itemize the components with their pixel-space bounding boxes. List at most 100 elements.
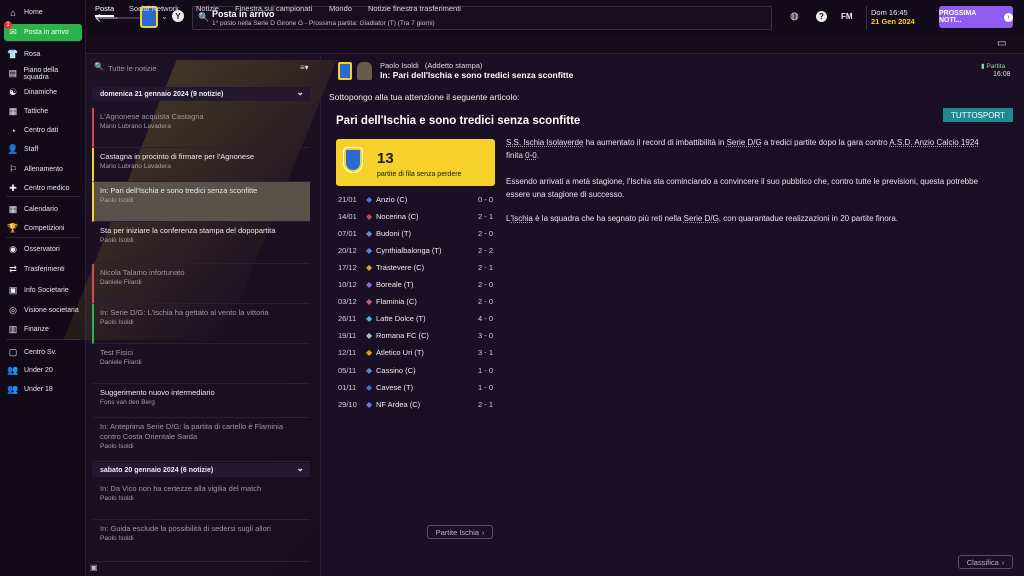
fm-logo-icon[interactable]: FM	[841, 12, 853, 21]
opponent-link[interactable]: A.S.D. Anzio Calcio 1924	[889, 138, 978, 147]
sidebar-item-info-societarie[interactable]: ▣ Info Societarie	[4, 282, 82, 299]
article-paragraph-3: L'Ischia è la squadra che ha segnato più…	[506, 214, 899, 223]
competition-link[interactable]: Serie D/G	[727, 138, 762, 147]
result-score: 1 - 0	[477, 365, 493, 375]
tab-notizie-finestra-trasferimenti[interactable]: Notizie finestra trasferimenti	[368, 4, 461, 13]
next-button-label: PROSSIMA NOTI...	[939, 10, 977, 24]
result-row[interactable]: 12/11 ◆ Atletico Uri (T) 3 - 1	[338, 346, 493, 360]
message-title: In: Da Vico non ha certezze alla vigilia…	[100, 484, 262, 493]
chevron-right-icon: ›	[481, 527, 485, 537]
tab-posta[interactable]: Posta	[95, 4, 115, 17]
sidebar-item-osservatori[interactable]: ◉ Osservatori	[4, 241, 82, 258]
sidebar-item-centro-dati[interactable]: ◔ Centro dati	[4, 122, 82, 139]
result-row[interactable]: 21/01 ◆ Anzio (C) 0 - 0	[338, 192, 493, 206]
date-group-header[interactable]: sabato 20 gennaio 2024 (6 notizie) ⌄	[92, 463, 310, 477]
sidebar-item-tattiche[interactable]: ▦ Tattiche	[4, 103, 82, 120]
sidebar-item-label: Centro medico	[24, 185, 70, 192]
competition-link[interactable]: Serie D/G	[684, 214, 719, 223]
sidebar-item-under-20[interactable]: 👥 Under 20	[4, 362, 82, 379]
message-list-item[interactable]: Sta per iniziare la conferenza stampa de…	[92, 222, 310, 264]
club-matches-button[interactable]: Partite Ischia ›	[427, 525, 493, 539]
divider	[320, 56, 321, 576]
result-team: Trastevere (C)	[376, 262, 425, 272]
message-search[interactable]: 🔍 Tutte le notizie	[90, 58, 290, 78]
message-title: Castagna in procinto di firmare per l'Ag…	[100, 152, 255, 161]
message-list-item[interactable]: Test Fisici Daniele Filardi	[92, 344, 310, 384]
chevron-right-icon: ›	[1004, 12, 1013, 22]
tab-notizie[interactable]: Notizie	[196, 4, 219, 13]
sidebar-item-calendario[interactable]: ▦ Calendario	[4, 201, 82, 218]
sidebar-item-rosa[interactable]: 👕 Rosa	[4, 46, 82, 63]
sidebar-item-label: Trasferimenti	[24, 266, 65, 273]
message-list-item[interactable]: In: Anteprima Serie D/G: la partita di c…	[92, 418, 310, 462]
tab-finestra-sui-campionati[interactable]: Finestra sui campionati	[235, 4, 312, 13]
sidebar-item-visione-societaria[interactable]: ◎ Visione societaria	[4, 302, 82, 319]
clipboard-icon: ▤	[8, 68, 17, 78]
message-list-item[interactable]: L'Agnonese acquista Castagna Mario Lubran…	[92, 108, 310, 148]
result-team: Nocerina (C)	[376, 211, 419, 221]
message-list-item[interactable]: Castagna in procinto di firmare per l'Ag…	[92, 148, 310, 182]
sidebar-item-dinamiche[interactable]: ☯ Dinamiche	[4, 84, 82, 101]
message-title: L'Agnonese acquista Castagna	[100, 112, 204, 121]
sidebar-item-posta-in-arrivo[interactable]: ✉ Posta in arrivo	[4, 24, 82, 41]
sidebar-item-trasferimenti[interactable]: ⇄ Trasferimenti	[4, 261, 82, 278]
help-icon[interactable]: ?	[816, 11, 827, 22]
league-table-button[interactable]: Classifica ›	[958, 555, 1013, 569]
sidebar-item-home[interactable]: ⌂ Home	[4, 4, 82, 21]
calendar-icon: ▦	[8, 204, 18, 214]
result-row[interactable]: 10/12 ◆ Boreale (T) 2 - 0	[338, 278, 493, 292]
tab-mondo[interactable]: Mondo	[329, 4, 352, 13]
team-badge-icon: ◆	[366, 211, 373, 221]
result-row[interactable]: 17/12 ◆ Trastevere (C) 2 - 1	[338, 260, 493, 274]
message-list-item[interactable]: In: Pari dell'Ischia e sono tredici senz…	[92, 182, 310, 222]
sidebar-item-competizioni[interactable]: 🏆 Competizioni	[4, 220, 82, 237]
date-group-header[interactable]: domenica 21 gennaio 2024 (9 notizie) ⌄	[92, 87, 310, 101]
sidebar-item-centro-medico[interactable]: ✚ Centro medico	[4, 180, 82, 197]
result-date: 17/12	[338, 262, 357, 272]
result-row[interactable]: 07/01 ◆ Budoni (T) 2 - 0	[338, 226, 493, 240]
club-link[interactable]: Ischia	[512, 214, 533, 223]
message-list-item[interactable]: In: Serie D/G: L'Ischia ha gettato al ve…	[92, 304, 310, 344]
sidebar-item-allenamento[interactable]: ⚐ Allenamento	[4, 161, 82, 178]
stat-value: 13	[377, 150, 394, 167]
chevron-down-icon[interactable]: ⌄	[161, 12, 168, 21]
sender-line: Paolo Isoldi (Addetto stampa)	[380, 61, 482, 70]
next-button[interactable]: PROSSIMA NOTI... ›	[939, 6, 1013, 28]
sidebar-item-piano-della-squadra[interactable]: ▤ Piano della squadra	[4, 65, 82, 82]
sidebar-item-under-18[interactable]: 👥 Under 18	[4, 381, 82, 398]
result-team: Cynthialbalonga (T)	[376, 245, 442, 255]
tactics-icon: ▦	[8, 106, 18, 116]
message-sender: Paolo Isoldi	[100, 495, 134, 502]
training-icon: ⚐	[8, 164, 18, 174]
result-row[interactable]: 14/01 ◆ Nocerina (C) 2 - 1	[338, 209, 493, 223]
sidebar-item-finanze[interactable]: ▥ Finanze	[4, 321, 82, 338]
message-list-item[interactable]: In: Da Vico non ha certezze alla vigilia…	[92, 480, 310, 520]
message-list-item[interactable]: Suggerimento nuovo intermediario Fons van…	[92, 384, 310, 418]
club-link[interactable]: S.S. Ischia Isolaverde	[506, 138, 583, 147]
team-badge-icon: ◆	[366, 297, 373, 307]
sidebar-item-centro-sv-[interactable]: ▢ Centro Sv.	[4, 344, 82, 361]
monitor-icon[interactable]: ▭	[997, 38, 1006, 49]
result-link[interactable]: 0-0	[525, 151, 537, 160]
message-list-item[interactable]: In: Guida esclude la possibilità di sede…	[92, 520, 310, 562]
result-row[interactable]: 19/11 ◆ Romana FC (C) 3 - 0	[338, 329, 493, 343]
result-row[interactable]: 01/11 ◆ Cavese (T) 1 - 0	[338, 380, 493, 394]
result-row[interactable]: 26/11 ◆ Latte Dolce (T) 4 - 0	[338, 312, 493, 326]
collapse-icon[interactable]: ▣	[90, 563, 98, 572]
sidebar-divider	[6, 237, 80, 238]
tab-social-network[interactable]: Social Network	[129, 4, 179, 13]
result-row[interactable]: 20/12 ◆ Cynthialbalonga (T) 2 - 2	[338, 243, 493, 257]
filter-menu-icon[interactable]: ≡▾	[300, 63, 309, 72]
message-sender: Mario Lubrano Lavadera	[100, 163, 171, 170]
result-row[interactable]: 03/12 ◆ Flaminia (C) 2 - 0	[338, 295, 493, 309]
message-list-item[interactable]: Nicola Talamo infortunato Daniele Filardi	[92, 264, 310, 304]
world-icon[interactable]: ◍	[790, 11, 799, 22]
result-team: Cavese (T)	[376, 382, 414, 392]
message-sender: Paolo Isoldi	[100, 237, 134, 244]
result-row[interactable]: 29/10 ◆ NF Ardea (C) 2 - 1	[338, 397, 493, 411]
sidebar-item-staff[interactable]: 👤 Staff	[4, 141, 82, 158]
sidebar-item-label: Osservatori	[24, 246, 60, 253]
result-row[interactable]: 05/11 ◆ Cassino (C) 1 - 0	[338, 363, 493, 377]
result-score: 0 - 0	[477, 194, 493, 204]
result-score: 2 - 1	[477, 211, 493, 221]
